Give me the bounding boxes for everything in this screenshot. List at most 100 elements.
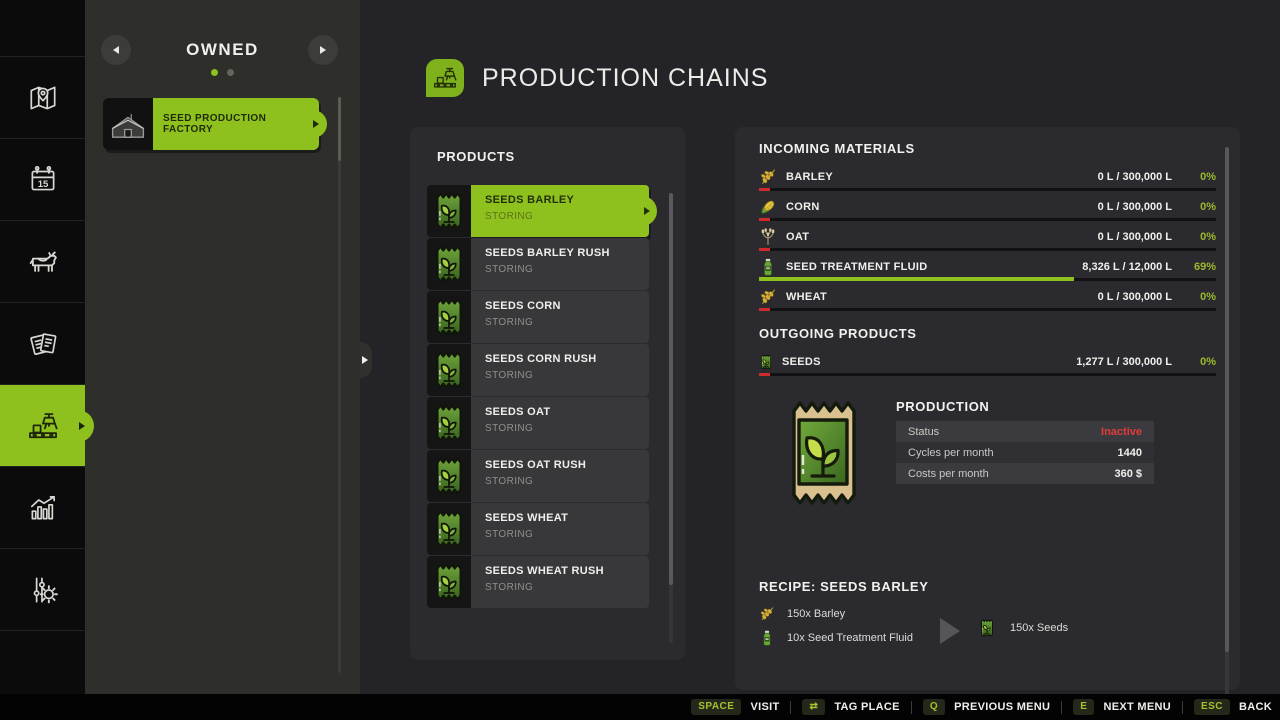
keybind-tag-place[interactable]: ⇄ TAG PLACE (802, 699, 900, 715)
page-dot-active (211, 69, 218, 76)
scrollbar-thumb[interactable] (1225, 147, 1229, 652)
product-name: SEEDS OAT (485, 406, 551, 418)
factory-building-thumbnail (103, 98, 153, 150)
production-block: PRODUCTION Status Inactive Cycles per mo… (750, 399, 1225, 549)
sidebar-item-contracts[interactable] (0, 302, 85, 384)
seed-packet-icon (978, 618, 996, 638)
products-title: PRODUCTS (437, 149, 515, 164)
scrollbar-thumb[interactable] (338, 97, 341, 161)
product-name: SEEDS OAT RUSH (485, 459, 587, 471)
sidebar-item-animals[interactable] (0, 220, 85, 302)
production-table: Status Inactive Cycles per month 1440 Co… (896, 421, 1154, 484)
sidebar-item-production[interactable] (0, 384, 94, 466)
wheat-icon (759, 288, 777, 306)
material-row-oat: OAT 0 L / 300,000 L 0% (759, 222, 1216, 252)
page-header: PRODUCTION CHAINS (426, 59, 768, 97)
recipe-output-label: 150x Seeds (1010, 622, 1069, 634)
product-item-seeds-wheat[interactable]: SEEDS WHEAT STORING (427, 503, 649, 555)
product-item-seeds-barley[interactable]: SEEDS BARLEY STORING (427, 185, 657, 237)
right-arrow-icon (320, 46, 326, 54)
seed-packet-icon (427, 344, 471, 396)
building-image (106, 102, 150, 146)
products-list: SEEDS BARLEY STORING SEEDS BARLEY RUSH STO… (427, 185, 657, 609)
products-scrollbar[interactable] (669, 193, 673, 643)
product-item-seeds-corn-rush[interactable]: SEEDS CORN RUSH STORING (427, 344, 649, 396)
scrollbar-thumb[interactable] (669, 193, 673, 585)
sidebar-item-calendar[interactable] (0, 138, 85, 220)
back-label: BACK (1239, 701, 1272, 713)
product-item-seeds-corn[interactable]: SEEDS CORN STORING (427, 291, 649, 343)
fill-level-bar (759, 248, 1216, 251)
product-amount: 1,277 L / 300,000 L (1076, 356, 1172, 368)
product-percent: 0% (1200, 356, 1216, 368)
fill-level-bar (759, 308, 1216, 311)
outgoing-products-title: OUTGOING PRODUCTS (759, 326, 917, 341)
product-item-seeds-barley-rush[interactable]: SEEDS BARLEY RUSH STORING (427, 238, 649, 290)
product-status: STORING (485, 370, 534, 381)
chart-icon (26, 491, 60, 525)
visit-label: VISIT (750, 701, 780, 713)
product-item-seeds-wheat-rush[interactable]: SEEDS WHEAT RUSH STORING (427, 556, 649, 608)
details-scrollbar[interactable] (1225, 147, 1229, 720)
fluid-bottle-icon (759, 258, 777, 276)
row-label: Status (908, 425, 940, 438)
product-status: STORING (485, 264, 534, 275)
owned-factory-item[interactable]: SEED PRODUCTION FACTORY (103, 98, 327, 150)
material-percent: 0% (1200, 201, 1216, 213)
material-amount: 8,326 L / 12,000 L (1082, 261, 1172, 273)
cow-icon (25, 244, 61, 280)
keybind-next-menu[interactable]: E NEXT MENU (1073, 699, 1171, 715)
material-percent: 0% (1200, 291, 1216, 303)
owned-scrollbar[interactable] (338, 97, 341, 673)
keybind-previous-menu[interactable]: Q PREVIOUS MENU (922, 699, 1050, 715)
seed-packet-icon (427, 185, 471, 237)
sidebar-item-settings[interactable] (0, 548, 85, 630)
production-title: PRODUCTION (896, 399, 990, 414)
space-key: SPACE (691, 699, 742, 715)
product-status: STORING (485, 211, 534, 222)
owned-next-page-button[interactable] (308, 35, 338, 65)
products-panel: PRODUCTS SEEDS BARLEY STORING SEEDS BARLE… (410, 127, 685, 660)
product-name: SEEDS (782, 356, 821, 368)
incoming-materials-title: INCOMING MATERIALS (759, 141, 915, 156)
material-percent: 0% (1200, 171, 1216, 183)
material-row-wheat: WHEAT 0 L / 300,000 L 0% (759, 282, 1216, 312)
right-arrow-icon (362, 356, 368, 364)
seed-packet-icon (427, 238, 471, 290)
selected-item-bump (641, 196, 657, 226)
product-name: SEEDS BARLEY (485, 194, 575, 206)
material-name: CORN (786, 201, 820, 213)
table-row-status: Status Inactive (896, 421, 1154, 442)
separator (1061, 700, 1063, 714)
product-item-seeds-oat-rush[interactable]: SEEDS OAT RUSH STORING (427, 450, 649, 502)
production-chains-icon (426, 59, 464, 97)
material-name: SEED TREATMENT FLUID (786, 261, 928, 273)
recipe-input-fluid: 10x Seed Treatment Fluid (759, 630, 913, 646)
material-amount: 0 L / 300,000 L (1097, 171, 1172, 183)
esc-key: ESC (1193, 699, 1231, 715)
table-row-costs: Costs per month 360 $ (896, 463, 1154, 484)
main-content: PRODUCTION CHAINS PRODUCTS SEEDS BARLEY S… (360, 0, 1280, 720)
keybind-visit[interactable]: SPACE VISIT (691, 699, 779, 715)
product-status: STORING (485, 317, 534, 328)
material-amount: 0 L / 300,000 L (1097, 201, 1172, 213)
product-status: STORING (485, 476, 534, 487)
sidebar-item-map[interactable] (0, 56, 85, 138)
owned-prev-page-button[interactable] (101, 35, 131, 65)
production-chains-screen: OWNED SEED PRODUCTION FACTORY PRODUCTION… (0, 0, 1280, 720)
seed-packet-icon (427, 556, 471, 608)
product-name: SEEDS BARLEY RUSH (485, 247, 610, 259)
material-amount: 0 L / 300,000 L (1097, 291, 1172, 303)
material-row-corn: CORN 0 L / 300,000 L 0% (759, 192, 1216, 222)
table-row-cycles: Cycles per month 1440 (896, 442, 1154, 463)
sidebar-item-statistics[interactable] (0, 466, 85, 548)
recipe-arrow-icon (940, 618, 960, 644)
next-menu-label: NEXT MENU (1103, 701, 1171, 713)
keybind-back[interactable]: ESC BACK (1193, 699, 1272, 715)
recipe-input-label: 150x Barley (787, 608, 846, 620)
product-name: SEEDS WHEAT (485, 512, 569, 524)
page-dot (227, 69, 234, 76)
production-icon (24, 407, 62, 445)
product-item-seeds-oat[interactable]: SEEDS OAT STORING (427, 397, 649, 449)
